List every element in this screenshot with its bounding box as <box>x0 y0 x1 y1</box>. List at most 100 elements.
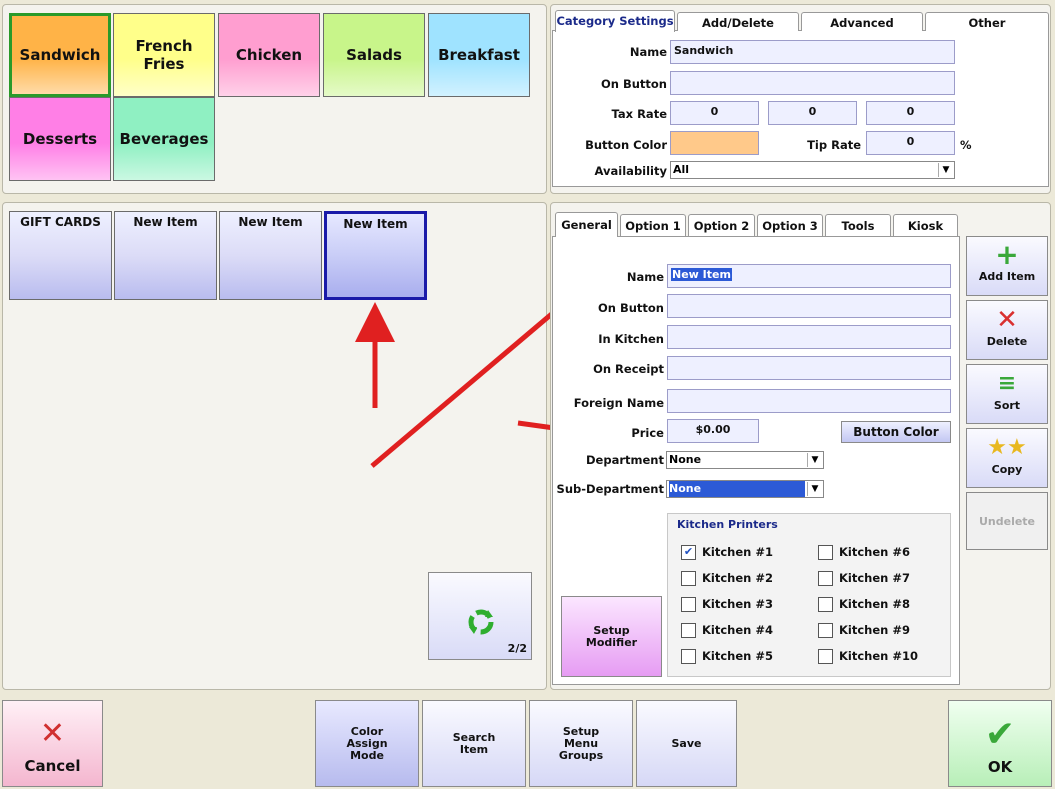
checkbox-icon[interactable] <box>818 545 833 560</box>
plus-icon: + <box>995 238 1019 271</box>
stars-icon: ★★ <box>987 435 1027 460</box>
subdepartment-select[interactable]: None ▼ <box>666 480 824 498</box>
item-button-2[interactable]: New Item <box>114 211 217 300</box>
chevron-down-icon: ▼ <box>938 163 953 177</box>
category-button-chicken[interactable]: Chicken <box>218 13 320 97</box>
tax-rate-label: Tax Rate <box>611 107 667 121</box>
item-button-1[interactable]: GIFT CARDS <box>9 211 112 300</box>
checkbox-icon[interactable] <box>681 623 696 638</box>
delete-button[interactable]: ✕ Delete <box>966 300 1048 360</box>
tab-option-1[interactable]: Option 1 <box>620 214 686 236</box>
category-button-french-fries[interactable]: French Fries <box>113 13 215 97</box>
checkbox-icon[interactable] <box>818 649 833 664</box>
on-receipt-field[interactable] <box>667 356 951 380</box>
printer-label: Kitchen #1 <box>702 545 773 559</box>
printer-checkbox-9[interactable]: Kitchen #9 <box>818 623 910 638</box>
tax-rate-field-2[interactable]: 0 <box>768 101 857 125</box>
printer-checkbox-10[interactable]: Kitchen #10 <box>818 649 918 664</box>
sort-icon: ≡ <box>997 371 1017 396</box>
printer-label: Kitchen #3 <box>702 597 773 611</box>
chevron-down-icon: ▼ <box>807 482 822 496</box>
color-assign-mode-button[interactable]: Color Assign Mode <box>315 700 419 787</box>
printer-checkbox-8[interactable]: Kitchen #8 <box>818 597 910 612</box>
copy-button[interactable]: ★★ Copy <box>966 428 1048 488</box>
delete-label: Delete <box>986 335 1028 348</box>
department-label: Department <box>586 453 664 467</box>
tip-rate-field[interactable]: 0 <box>866 131 955 155</box>
add-item-button[interactable]: + Add Item <box>966 236 1048 296</box>
tab-advanced[interactable]: Advanced <box>801 12 923 31</box>
undelete-label: Undelete <box>978 515 1036 528</box>
item-button-color-button[interactable]: Button Color <box>841 421 951 443</box>
checkbox-checked-icon[interactable]: ✔ <box>681 545 696 560</box>
undelete-button[interactable]: Undelete <box>966 492 1048 550</box>
tab-option-3[interactable]: Option 3 <box>757 214 823 236</box>
tab-tools[interactable]: Tools <box>825 214 891 236</box>
next-page-button[interactable]: 2/2 <box>428 572 532 660</box>
printer-label: Kitchen #7 <box>839 571 910 585</box>
tab-general[interactable]: General <box>555 212 618 237</box>
tab-category-settings[interactable]: Category Settings <box>555 10 675 32</box>
printer-checkbox-4[interactable]: Kitchen #4 <box>681 623 773 638</box>
in-kitchen-label: In Kitchen <box>598 332 664 346</box>
item-button-4[interactable]: New Item <box>324 211 427 300</box>
department-select[interactable]: None ▼ <box>666 451 824 469</box>
item-name-field[interactable]: New Item <box>667 264 951 288</box>
save-button[interactable]: Save <box>636 700 737 787</box>
printer-checkbox-6[interactable]: Kitchen #6 <box>818 545 910 560</box>
checkbox-icon[interactable] <box>681 571 696 586</box>
tab-other[interactable]: Other <box>925 12 1049 31</box>
search-item-button[interactable]: Search Item <box>422 700 526 787</box>
printer-label: Kitchen #9 <box>839 623 910 637</box>
category-on-button-field[interactable] <box>670 71 955 95</box>
cancel-label: Cancel <box>24 756 81 775</box>
checkbox-icon[interactable] <box>681 597 696 612</box>
category-button-breakfast[interactable]: Breakfast <box>428 13 530 97</box>
price-label: Price <box>631 426 664 440</box>
category-button-desserts[interactable]: Desserts <box>9 97 111 181</box>
tab-option-2[interactable]: Option 2 <box>688 214 755 236</box>
checkbox-icon[interactable] <box>818 571 833 586</box>
availability-select[interactable]: All ▼ <box>670 161 955 179</box>
printer-checkbox-1[interactable]: ✔ Kitchen #1 <box>681 545 773 560</box>
category-button-salads[interactable]: Salads <box>323 13 425 97</box>
tax-rate-field-1[interactable]: 0 <box>670 101 759 125</box>
printer-checkbox-5[interactable]: Kitchen #5 <box>681 649 773 664</box>
printer-checkbox-7[interactable]: Kitchen #7 <box>818 571 910 586</box>
printer-label: Kitchen #5 <box>702 649 773 663</box>
checkbox-icon[interactable] <box>681 649 696 664</box>
in-kitchen-field[interactable] <box>667 325 951 349</box>
printer-checkbox-3[interactable]: Kitchen #3 <box>681 597 773 612</box>
category-button-beverages[interactable]: Beverages <box>113 97 215 181</box>
close-icon: ✕ <box>39 715 66 751</box>
tax-rate-field-3[interactable]: 0 <box>866 101 955 125</box>
x-icon: ✕ <box>996 305 1018 335</box>
category-button-sandwich[interactable]: Sandwich <box>9 13 111 97</box>
sort-button[interactable]: ≡ Sort <box>966 364 1048 424</box>
category-on-button-label: On Button <box>600 77 667 91</box>
sort-label: Sort <box>993 399 1021 412</box>
checkbox-icon[interactable] <box>818 623 833 638</box>
setup-menu-groups-button[interactable]: Setup Menu Groups <box>529 700 633 787</box>
category-name-label: Name <box>629 45 667 59</box>
chevron-down-icon: ▼ <box>807 453 822 467</box>
ok-button[interactable]: ✔ OK <box>948 700 1052 787</box>
tip-rate-label: Tip Rate <box>807 138 861 152</box>
subdepartment-label: Sub-Department <box>556 482 664 496</box>
price-field[interactable]: $0.00 <box>667 419 759 443</box>
category-button-color-swatch[interactable] <box>670 131 759 155</box>
printer-checkbox-2[interactable]: Kitchen #2 <box>681 571 773 586</box>
copy-label: Copy <box>991 463 1023 476</box>
item-button-3[interactable]: New Item <box>219 211 322 300</box>
cancel-button[interactable]: ✕ Cancel <box>2 700 103 787</box>
setup-modifier-button[interactable]: Setup Modifier <box>561 596 662 677</box>
category-name-field[interactable]: Sandwich <box>670 40 955 64</box>
tab-add-delete[interactable]: Add/Delete <box>677 12 799 31</box>
tab-kiosk[interactable]: Kiosk <box>893 214 958 236</box>
category-button-color-label: Button Color <box>585 138 667 152</box>
checkbox-icon[interactable] <box>818 597 833 612</box>
on-button-field[interactable] <box>667 294 951 318</box>
foreign-name-field[interactable] <box>667 389 951 413</box>
printer-label: Kitchen #10 <box>839 649 918 663</box>
printer-label: Kitchen #2 <box>702 571 773 585</box>
